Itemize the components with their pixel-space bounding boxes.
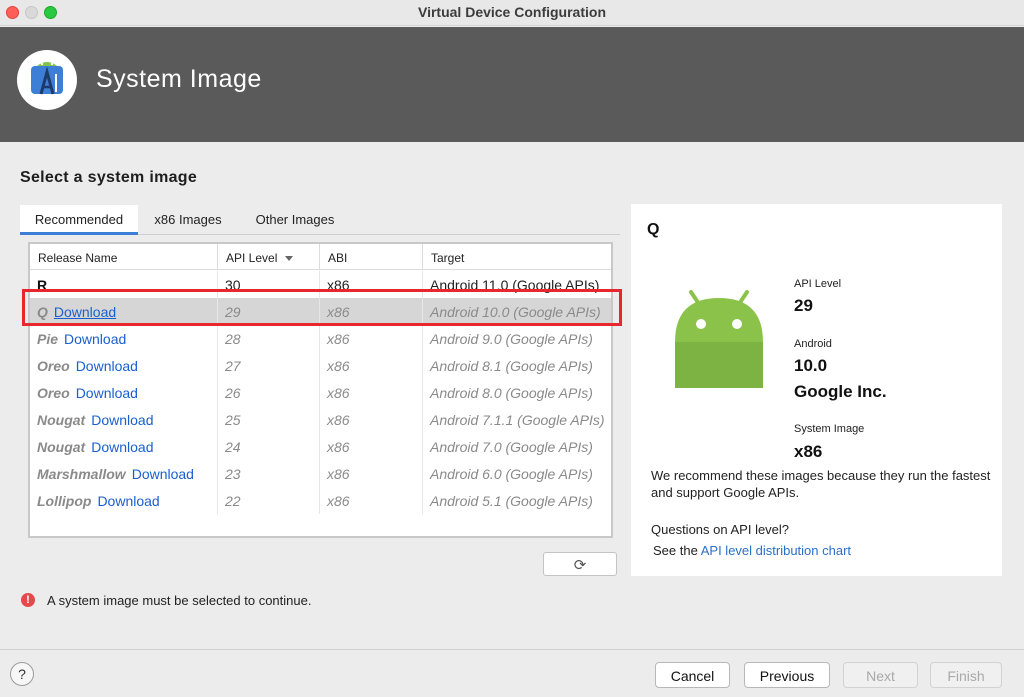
release-name-cell: Lollipop Download [30,487,218,514]
release-name: Oreo [37,358,70,374]
tab-x86-images[interactable]: x86 Images [146,205,230,235]
api-level-cell: 27 [218,352,320,379]
release-name: Lollipop [37,493,92,509]
column-release-name[interactable]: Release Name [30,244,218,270]
vendor-name: Google Inc. [794,382,887,401]
release-name-cell: Nougat Download [30,406,218,433]
api-level-cell: 23 [218,460,320,487]
tab-recommended[interactable]: Recommended [20,205,138,235]
api-level-cell: 22 [218,487,320,514]
system-image-label: System Image [794,423,865,435]
table-row[interactable]: Marshmallow Download 23 x86 Android 6.0 (Goo… [30,460,611,487]
cancel-button[interactable]: Cancel [655,662,730,688]
release-name: Marshmallow [37,466,126,482]
release-name: Pie [37,331,59,347]
api-level-label: API Level [794,278,842,290]
target-cell: Android 5.1 (Google APIs) [430,493,593,509]
api-level-cell: 28 [218,325,320,352]
column-target[interactable]: Target [423,244,611,270]
image-tabs: Recommended x86 Images Other Images [20,205,620,235]
finish-button[interactable]: Finish [930,662,1002,688]
error-message: A system image must be selected to conti… [47,593,312,608]
api-question-text: Questions on API level? [651,522,790,537]
refresh-button[interactable]: ⟳ [543,552,617,576]
column-abi[interactable]: ABI [320,244,423,270]
window-title: Virtual Device Configuration [418,4,606,20]
selected-row-highlight [22,289,622,326]
release-name-cell: Marshmallow Download [30,460,218,487]
sort-descending-icon [285,256,294,262]
api-level-cell: 26 [218,379,320,406]
api-chart-line: See the API level distribution chart [653,543,852,558]
recommendation-text: We recommend these images because they r… [651,468,991,500]
title-bar: Virtual Device Configuration [0,0,1024,26]
release-name: Oreo [37,385,70,401]
column-api-level[interactable]: API Level [218,244,320,270]
android-robot-icon [671,290,767,395]
abi-cell: x86 [320,406,423,433]
section-title: Select a system image [20,169,198,186]
wizard-header: System Image [0,27,1024,142]
refresh-icon: ⟳ [573,557,587,574]
next-button[interactable]: Next [843,662,918,688]
download-link[interactable]: Download [91,412,153,428]
abi-cell: x86 [320,379,423,406]
tab-other-images[interactable]: Other Images [244,205,346,235]
image-detail-panel: Q API Level 29 Android 10.0 Google Inc. … [631,204,1002,576]
release-name: Nougat [37,412,86,428]
system-image-value: x86 [794,442,823,461]
page-title: System Image [96,65,262,93]
android-label: Android [794,338,832,350]
api-level-chart-link[interactable]: API level distribution chart [701,543,851,558]
table-row[interactable]: Lollipop Download 22 x86 Android 5.1 (Google… [30,487,611,514]
api-level-cell: 24 [218,433,320,460]
footer-divider [0,649,1024,650]
release-name: Nougat [37,439,86,455]
help-button[interactable]: ? [10,662,34,686]
target-cell: Android 9.0 (Google APIs) [430,331,593,347]
release-name-cell: Nougat Download [30,433,218,460]
table-row[interactable]: Oreo Download 27 x86 Android 8.1 (Google API… [30,352,611,379]
table-header: Release Name API Level ABI Target [30,244,611,270]
error-icon: ! [21,593,35,607]
table-row[interactable]: Nougat Download 24 x86 Android 7.0 (Google A… [30,433,611,460]
download-link[interactable]: Download [76,358,138,374]
android-version: 10.0 [794,356,828,375]
release-name-cell: Oreo Download [30,352,218,379]
abi-cell: x86 [320,352,423,379]
release-name-cell: Oreo Download [30,379,218,406]
download-link[interactable]: Download [97,493,159,509]
target-cell: Android 7.0 (Google APIs) [430,439,593,455]
table-row[interactable]: Pie Download 28 x86 Android 9.0 (Google APIs… [30,325,611,352]
target-cell: Android 7.1.1 (Google APIs) [430,412,605,428]
download-link[interactable]: Download [91,439,153,455]
target-cell: Android 6.0 (Google APIs) [430,466,593,482]
abi-cell: x86 [320,433,423,460]
download-link[interactable]: Download [64,331,126,347]
download-link[interactable]: Download [76,385,138,401]
target-cell: Android 8.0 (Google APIs) [430,385,593,401]
system-image-table: Release Name API Level ABI Target R 30 x86… [28,242,613,538]
detail-title: Q [647,221,660,238]
abi-cell: x86 [320,325,423,352]
abi-cell: x86 [320,460,423,487]
previous-button[interactable]: Previous [744,662,830,688]
download-link[interactable]: Download [132,466,194,482]
api-level-value: 29 [794,296,813,315]
android-studio-icon [17,50,77,110]
table-row[interactable]: Nougat Download 25 x86 Android 7.1.1 (Google… [30,406,611,433]
target-cell: Android 8.1 (Google APIs) [430,358,593,374]
abi-cell: x86 [320,487,423,514]
table-row[interactable]: Oreo Download 26 x86 Android 8.0 (Google API… [30,379,611,406]
api-level-cell: 25 [218,406,320,433]
release-name-cell: Pie Download [30,325,218,352]
